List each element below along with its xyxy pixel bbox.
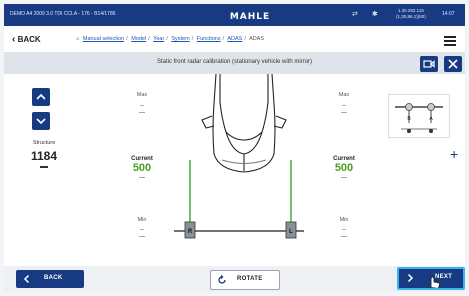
sensor-thumbnail: B A — [388, 94, 450, 138]
screen-frame: DEMO A4 2009 3.0 TDI CCLA - 176 - B14/17… — [0, 0, 469, 296]
title-bar: Static front radar calibration (stationa… — [4, 52, 465, 74]
right-max-dash: — — [341, 110, 347, 116]
rotate-icon — [218, 275, 226, 284]
crumb-year[interactable]: Year — [153, 36, 164, 42]
vehicle-info: DEMO A4 2009 3.0 TDI CCLA - 176 - B14/17… — [10, 11, 116, 17]
car-diagram: R L — [174, 74, 304, 239]
chevron-left-icon — [23, 274, 30, 284]
hand-pointer-icon — [430, 276, 441, 289]
left-current-dash: — — [139, 175, 145, 181]
breadcrumb: ⌂ Manual selection / Model / Year / System /… — [76, 36, 265, 42]
hamburger-menu-icon[interactable] — [444, 36, 456, 46]
structure-up-button[interactable] — [32, 88, 50, 106]
right-current-group: Current 500 — — [324, 156, 364, 182]
chevron-right-icon — [407, 273, 414, 283]
crumb-functions[interactable]: Functions — [197, 36, 221, 42]
network-icon: ⇄ — [352, 11, 358, 18]
crumb-system[interactable]: System — [171, 36, 189, 42]
crumb-current: ADAS — [249, 36, 265, 42]
brand-logo: MAHLE — [229, 12, 271, 22]
breadcrumb-bar: ‹ BACK ⌂ Manual selection / Model / Year / … — [4, 26, 465, 52]
chevron-down-icon — [36, 118, 46, 125]
video-camera-icon — [423, 60, 435, 68]
left-max-dash: — — [139, 110, 145, 116]
chevron-up-icon — [36, 93, 46, 100]
sensor-right-label: R — [188, 229, 193, 235]
left-min-group: Min -- — — [122, 217, 162, 241]
close-button[interactable] — [444, 56, 462, 72]
left-current-value: 500 — [132, 162, 152, 174]
add-icon[interactable]: + — [450, 146, 458, 162]
right-current-dash: — — [341, 175, 347, 181]
left-max-group: Max -- — — [122, 92, 162, 117]
rotate-button-label: ROTATE — [237, 276, 263, 282]
sensor-left-label: L — [289, 229, 293, 235]
right-min-dash: — — [341, 234, 347, 240]
crumb-model[interactable]: Model — [131, 36, 146, 42]
structure-dash — [40, 166, 48, 168]
app-window: DEMO A4 2009 3.0 TDI CCLA - 176 - B14/17… — [4, 4, 465, 292]
ip-line-2: (1,30,86,1)(80) — [396, 14, 426, 19]
right-max-label: Max — [338, 92, 350, 98]
page-title: Static front radar calibration (stationa… — [156, 59, 313, 65]
back-button-label: BACK — [44, 275, 63, 281]
right-max-value: -- — [342, 103, 346, 109]
car-outline — [201, 74, 287, 173]
right-min-group: Min -- — — [324, 217, 364, 241]
thumb-label-b: B — [407, 116, 411, 122]
home-icon[interactable]: ⌂ — [76, 36, 79, 42]
left-current-group: Current 500 — — [122, 156, 162, 182]
next-button[interactable]: NEXT — [397, 267, 465, 290]
back-button[interactable]: BACK — [16, 270, 84, 288]
chevron-left-icon: ‹ — [12, 34, 16, 45]
left-max-value: -- — [140, 103, 144, 109]
sensor-bar-icon: B A — [395, 103, 443, 133]
camera-button[interactable] — [420, 56, 438, 72]
left-min-label: Min — [137, 217, 147, 223]
clock: 14:07 — [442, 11, 455, 17]
back-link-label: BACK — [17, 35, 41, 44]
rotate-button[interactable]: ROTATE — [210, 270, 280, 290]
thumb-label-a: A — [429, 116, 433, 122]
right-max-group: Max -- — — [324, 92, 364, 117]
right-min-value: -- — [342, 227, 346, 233]
right-current-value: 500 — [334, 162, 354, 174]
right-min-label: Min — [339, 217, 349, 223]
ip-address: 1.30.282.115 (1,30,86,1)(80) — [396, 8, 426, 20]
crumb-adas[interactable]: ADAS — [227, 36, 242, 42]
back-link[interactable]: ‹ BACK — [12, 34, 41, 45]
left-min-dash: — — [139, 234, 145, 240]
bluetooth-icon: ✱ — [371, 11, 378, 18]
structure-down-button[interactable] — [32, 112, 50, 130]
left-min-value: -- — [140, 227, 144, 233]
structure-value: 1184 — [30, 149, 58, 163]
connection-icons: ⇄ ✱ — [352, 10, 378, 18]
crumb-manual-selection[interactable]: Manual selection — [83, 36, 124, 42]
close-icon — [448, 59, 458, 69]
left-max-label: Max — [136, 92, 148, 98]
structure-label: Structure — [32, 140, 56, 146]
alignment-lines — [189, 160, 292, 224]
